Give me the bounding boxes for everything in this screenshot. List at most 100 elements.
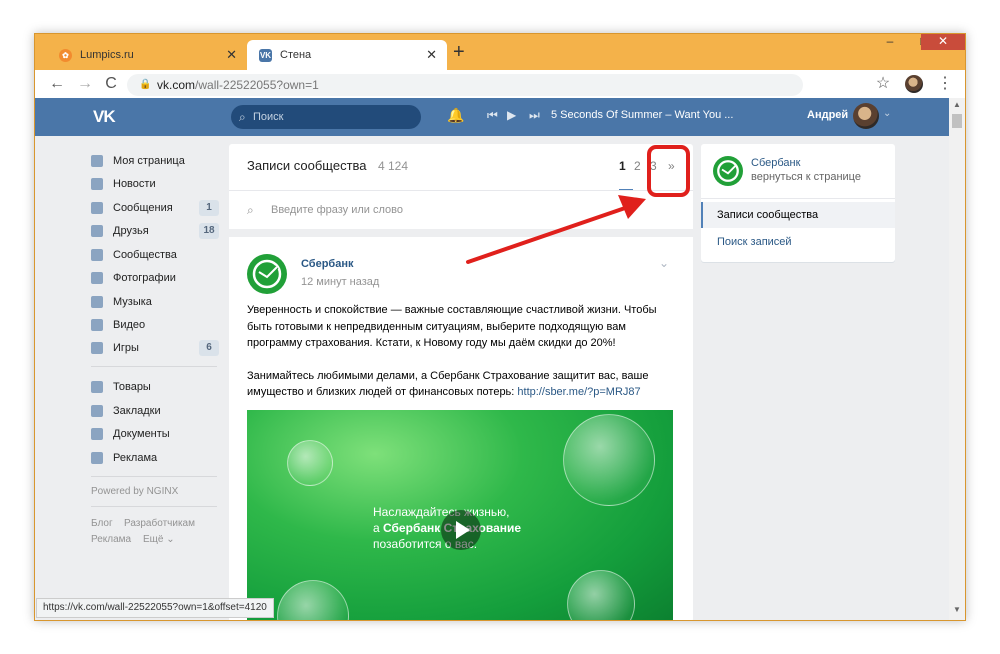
bell-icon[interactable]: 🔔: [447, 107, 464, 124]
menu-item-search-posts[interactable]: Поиск записей: [717, 236, 792, 248]
divider: [91, 476, 217, 477]
scroll-down-icon[interactable]: ▼: [949, 602, 965, 618]
forward-button[interactable]: →: [75, 74, 95, 94]
close-icon[interactable]: ✕: [426, 48, 437, 61]
post-paragraph: Занимайтесь любимыми делами, а Сбербанк …: [247, 369, 649, 399]
avatar[interactable]: [853, 103, 879, 129]
vk-search-input[interactable]: ⌕ Поиск: [231, 105, 421, 129]
wall-post-count: 4 124: [378, 159, 409, 173]
sidebar-item-label: Документы: [113, 428, 170, 440]
video-icon: [91, 319, 103, 331]
back-button[interactable]: ←: [47, 74, 67, 94]
sidebar-item-music[interactable]: Музыка: [91, 291, 219, 313]
profile-avatar[interactable]: [905, 75, 923, 93]
vk-logo[interactable]: VK: [93, 107, 123, 127]
menu-item-community-posts[interactable]: Записи сообщества: [701, 202, 895, 228]
minimize-button[interactable]: –: [873, 34, 907, 50]
sidebar-item-ads[interactable]: Реклама: [91, 447, 219, 469]
new-tab-button[interactable]: +: [453, 42, 465, 62]
gamepad-icon: [91, 342, 103, 354]
sidebar-item-photos[interactable]: Фотографии: [91, 267, 219, 289]
track-title[interactable]: 5 Seconds Of Summer – Want You ...: [551, 109, 733, 121]
camera-icon: [91, 272, 103, 284]
post-paragraph: Уверенность и спокойствие — важные соста…: [247, 304, 657, 349]
search-placeholder: Введите фразу или слово: [271, 204, 403, 216]
divider: [91, 506, 217, 507]
user-name[interactable]: Андрей: [807, 109, 848, 121]
sidebar-item-games[interactable]: Игры 6: [91, 337, 219, 359]
bag-icon: [91, 381, 103, 393]
sidebar-item-label: Сообщества: [113, 249, 177, 261]
sidebar-item-my-page[interactable]: Моя страница: [91, 150, 219, 172]
vk-favicon-icon: VK: [259, 48, 272, 62]
sidebar-item-goods[interactable]: Товары: [91, 376, 219, 398]
search-icon: ⌕: [239, 110, 246, 124]
close-window-button[interactable]: ✕: [921, 34, 965, 50]
tab-strip: ✿ Lumpics.ru ✕ VK Стена ✕ + – □ ✕: [35, 34, 965, 70]
sidebar-item-label: Реклама: [113, 452, 158, 464]
sidebar-item-label: Новости: [113, 178, 156, 190]
sberbank-logo-icon[interactable]: [713, 156, 743, 186]
sidebar-item-documents[interactable]: Документы: [91, 423, 219, 445]
sidebar-item-label: Сообщения: [113, 202, 173, 214]
next-page-link[interactable]: »: [668, 159, 675, 173]
sidebar-item-news[interactable]: Новости: [91, 173, 219, 195]
vk-header: VK ⌕ Поиск 🔔 ⏮ ▶ ⏭ 5 Seconds Of Summer –…: [35, 98, 949, 136]
tab-wall[interactable]: VK Стена ✕: [247, 40, 447, 70]
scroll-up-icon[interactable]: ▲: [949, 98, 965, 112]
vk-page: VK ⌕ Поиск 🔔 ⏮ ▶ ⏭ 5 Seconds Of Summer –…: [35, 98, 949, 620]
sidebar-item-video[interactable]: Видео: [91, 314, 219, 336]
page-2-link[interactable]: 2: [634, 159, 641, 173]
footer-link-more[interactable]: Ещё ⌄: [143, 534, 175, 545]
page-3-link[interactable]: 3: [650, 159, 657, 173]
community-name[interactable]: Сбербанк: [751, 157, 800, 169]
video-player[interactable]: Наслаждайтесь жизнью, а Сбербанк Страхов…: [247, 410, 673, 620]
tab-title: Стена: [280, 49, 312, 61]
post-author[interactable]: Сбербанк: [301, 258, 354, 270]
play-icon[interactable]: ▶: [507, 108, 516, 122]
address-bar[interactable]: 🔒 vk.com/wall-22522055?own=1: [127, 74, 803, 96]
music-note-icon: [91, 296, 103, 308]
chevron-down-icon[interactable]: ⌄: [659, 256, 669, 270]
close-icon[interactable]: ✕: [226, 48, 237, 61]
sidebar-item-label: Музыка: [113, 296, 152, 308]
friends-icon: [91, 225, 103, 237]
sidebar-item-messages[interactable]: Сообщения 1: [91, 197, 219, 219]
page-1-link[interactable]: 1: [619, 159, 626, 173]
menu-icon[interactable]: ⋮: [935, 74, 955, 94]
wall-search-input[interactable]: ⌕ Введите фразу или слово: [229, 191, 693, 229]
groups-icon: [91, 249, 103, 261]
post-link[interactable]: http://sber.me/?p=MRJ87: [517, 386, 640, 398]
counter-badge: 18: [199, 223, 219, 239]
sidebar-item-label: Фотографии: [113, 272, 176, 284]
sidebar-item-groups[interactable]: Сообщества: [91, 244, 219, 266]
browser-window: ✿ Lumpics.ru ✕ VK Стена ✕ + – □ ✕ ← → C …: [34, 33, 966, 621]
footer-link-dev[interactable]: Разработчикам: [124, 518, 195, 529]
sidebar-item-friends[interactable]: Друзья 18: [91, 220, 219, 242]
bubble-image: [563, 414, 655, 506]
bubble-image: [567, 570, 635, 620]
scrollbar-thumb[interactable]: [952, 114, 962, 128]
next-track-icon[interactable]: ⏭: [529, 108, 540, 123]
megaphone-icon: [91, 452, 103, 464]
back-to-page-link[interactable]: вернуться к странице: [751, 171, 861, 183]
footer-link-blog[interactable]: Блог: [91, 518, 113, 529]
sberbank-logo-icon[interactable]: [247, 254, 287, 294]
sidebar-item-label: Игры: [113, 342, 139, 354]
counter-badge: 6: [199, 340, 219, 356]
post-time[interactable]: 12 минут назад: [301, 276, 379, 288]
url-path: /wall-22522055?own=1: [195, 78, 319, 92]
prev-track-icon[interactable]: ⏮: [487, 108, 498, 123]
reload-button[interactable]: C: [101, 74, 121, 94]
divider: [91, 366, 217, 367]
chevron-down-icon[interactable]: ⌄: [883, 108, 891, 119]
play-button[interactable]: [441, 510, 481, 550]
bookmark-star-icon[interactable]: ☆: [873, 74, 893, 94]
sidebar-item-bookmarks[interactable]: Закладки: [91, 400, 219, 422]
counter-badge: 1: [199, 200, 219, 216]
divider: [701, 198, 895, 199]
scrollbar[interactable]: [949, 98, 965, 620]
footer-link-ads[interactable]: Реклама: [91, 534, 131, 545]
post-text: Уверенность и спокойствие — важные соста…: [247, 302, 677, 401]
tab-lumpics[interactable]: ✿ Lumpics.ru ✕: [45, 40, 247, 70]
